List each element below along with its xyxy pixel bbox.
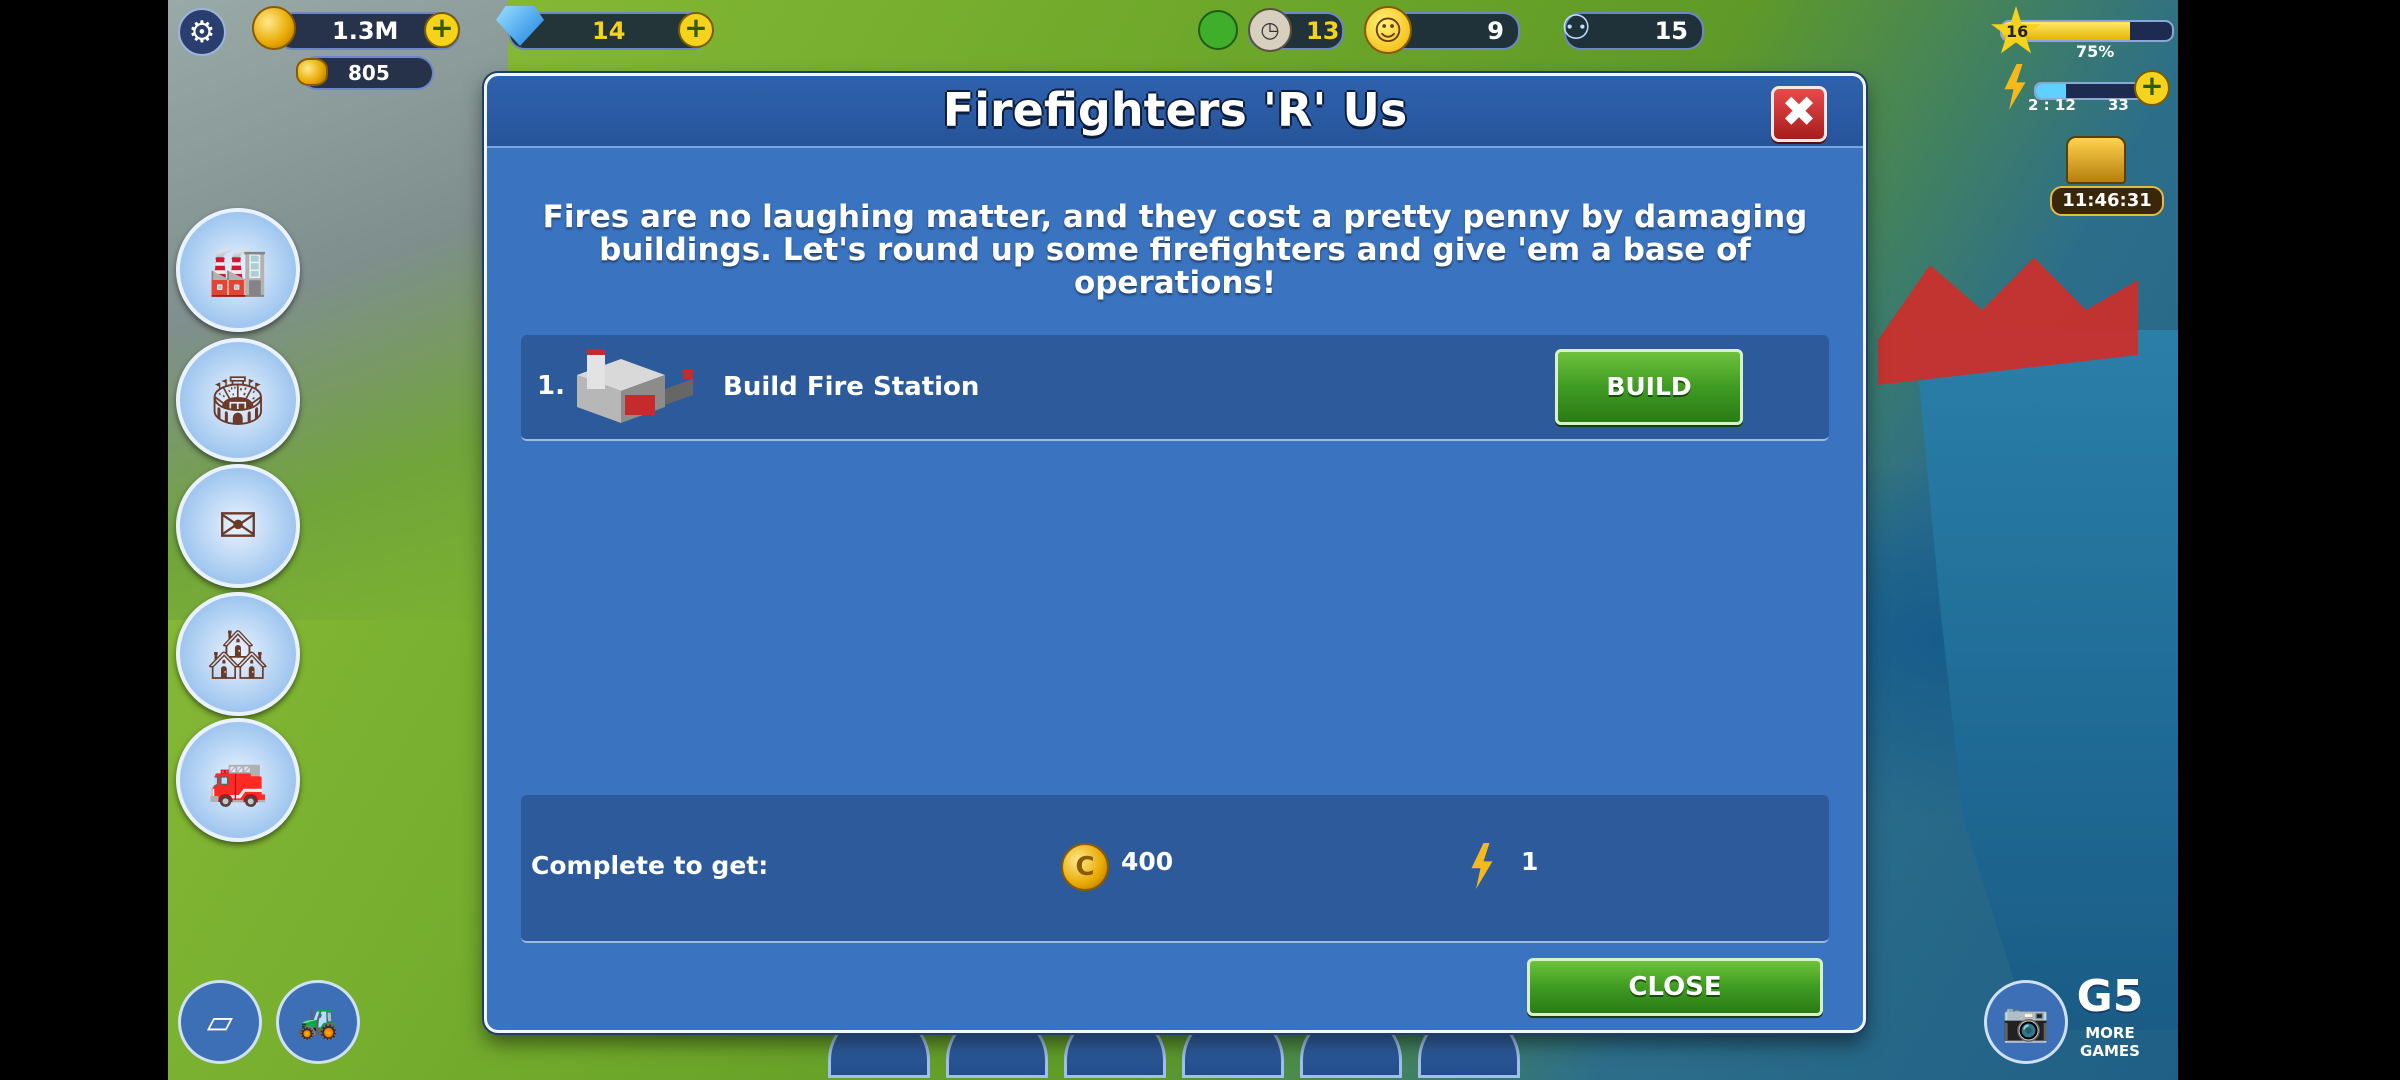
house-icon: 🏘 (207, 626, 269, 683)
roads-button[interactable]: ▱ (178, 980, 262, 1064)
chest-button[interactable]: 11:46:31 (2050, 136, 2164, 216)
gold-pile-icon (296, 58, 328, 86)
close-button[interactable]: CLOSE (1527, 958, 1823, 1016)
reward-panel: Complete to get: C 400 1 (521, 795, 1829, 943)
close-icon: ✖ (1781, 87, 1817, 136)
mail-icon: ✉ (217, 498, 259, 554)
close-x-button[interactable]: ✖ (1771, 86, 1827, 142)
more-games-label: MORE GAMES (2080, 1024, 2140, 1060)
task-row: 1. Build Fire Station BUILD (521, 335, 1829, 441)
stadium-building-button[interactable]: 🏟 (176, 338, 300, 462)
fire-station-icon: 🚒 (208, 752, 268, 809)
camera-button[interactable]: 📷 (1984, 980, 2068, 1064)
coin-icon: C (1061, 843, 1109, 891)
fire-station-quest-button[interactable]: 🚒 (176, 718, 300, 842)
happiness-value: 9 (1487, 17, 1504, 45)
gear-icon: ⚙ (188, 14, 216, 50)
add-diamonds-button[interactable]: + (678, 12, 714, 48)
bulldozer-icon: 🚜 (296, 1002, 340, 1042)
fire-station-icon (577, 349, 693, 423)
settings-button[interactable]: ⚙ (178, 8, 226, 56)
reward-label: Complete to get: (531, 851, 769, 880)
secondary-coins-value: 805 (348, 61, 390, 85)
coins-value: 1.3M (332, 17, 399, 45)
quest-description: Fires are no laughing matter, and they c… (542, 199, 1808, 301)
energy-timer: 2 : 12 (2028, 96, 2076, 114)
task-label: Build Fire Station (723, 372, 980, 402)
reward-coins-value: 400 (1121, 847, 1174, 876)
level-value: 16 (2006, 22, 2029, 41)
quest-dialog: Firefighters 'R' Us ✖ Fires are no laugh… (484, 73, 1866, 1033)
task-number: 1. (537, 371, 565, 401)
reward-energy-value: 1 (1521, 847, 1539, 876)
build-button[interactable]: BUILD (1555, 349, 1743, 425)
clock-icon: ◷ (1248, 8, 1292, 52)
more-games-button[interactable]: G5 MORE GAMES (2068, 970, 2152, 1066)
industry-building-button[interactable]: 🏭 (176, 208, 300, 332)
chest-timer: 11:46:31 (2050, 186, 2164, 216)
population-value: 15 (1654, 17, 1688, 45)
timer-count-value: 13 (1306, 17, 1340, 45)
people-icon: ⚇ (1560, 8, 1592, 48)
mail-button[interactable]: ✉ (176, 464, 300, 588)
residential-building-button[interactable]: 🏘 (176, 592, 300, 716)
diamonds-value: 14 (592, 17, 626, 45)
g5-logo: G5 (2076, 971, 2144, 1022)
add-coins-button[interactable]: + (424, 12, 460, 48)
dialog-title: Firefighters 'R' Us (942, 83, 1408, 137)
bulldozer-button[interactable]: 🚜 (276, 980, 360, 1064)
energy-reward-icon (1471, 843, 1493, 889)
coins-icon (252, 6, 296, 50)
chest-icon (2066, 136, 2126, 184)
smiley-icon: ☺ (1364, 6, 1412, 54)
sea-background (1914, 330, 2178, 1030)
energy-value: 33 (2108, 96, 2129, 114)
stadium-icon: 🏟 (207, 372, 269, 429)
tree-icon (1198, 10, 1238, 50)
add-energy-button[interactable]: + (2134, 70, 2170, 106)
xp-percent: 75% (2076, 42, 2115, 61)
factory-icon: 🏭 (208, 242, 268, 299)
road-icon: ▱ (206, 1002, 234, 1042)
camera-icon: 📷 (2002, 999, 2050, 1044)
dialog-titlebar: Firefighters 'R' Us ✖ (487, 76, 1863, 148)
